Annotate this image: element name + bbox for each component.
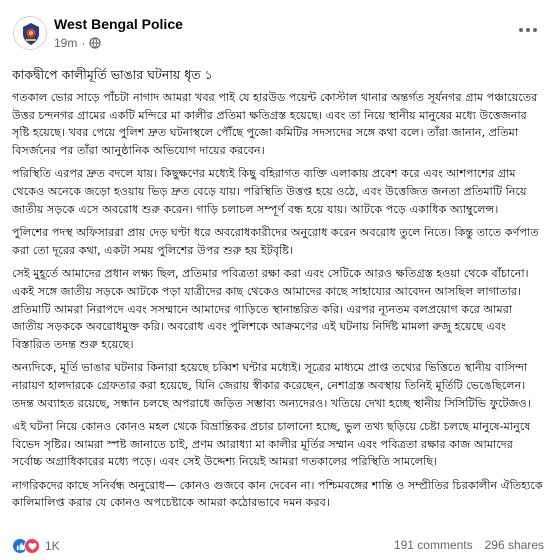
post-paragraph-6: এই ঘটনা নিয়ে কোনও কোনও মহল থেকে বিভ্রান… <box>12 420 531 469</box>
page-name[interactable]: West Bengal Police <box>54 16 183 32</box>
shares-count[interactable]: 296 shares <box>485 538 544 552</box>
post-paragraph-7: নাগরিকদের কাছে সনির্বন্ধ অনুরোধ— কোনও গু… <box>12 478 543 510</box>
page-avatar[interactable] <box>13 16 47 50</box>
police-badge-icon <box>15 18 46 49</box>
reactions-summary[interactable]: 1K <box>12 538 60 554</box>
globe-icon <box>89 37 101 49</box>
post-header: West Bengal Police 19m · <box>0 0 558 62</box>
post-paragraph-1: গতকাল ভোর সাড়ে পাঁচটা নাগাদ আমরা খবর পা… <box>12 91 538 157</box>
post-paragraph-4: সেই মুহূর্তে আমাদের প্রধান লক্ষ্য ছিল, প… <box>12 267 529 351</box>
meta-separator: · <box>81 36 86 50</box>
post-meta: 19m · <box>54 35 101 51</box>
post-paragraph-2: পরিস্থিতি এরপর দ্রুত বদলে যায়। কিছুক্ষণ… <box>12 167 527 216</box>
engagement-stats: 191 comments 296 shares <box>394 538 544 552</box>
post-paragraph-3: পুলিশের পদস্থ অফিসাররা প্রায় দেড় ঘণ্টা… <box>12 226 539 257</box>
reaction-count: 1K <box>45 539 60 553</box>
post-headline: কাকদ্বীপে কালীমূর্তি ভাঙার ঘটনায় ধৃত ১ <box>12 67 213 82</box>
post-content: কাকদ্বীপে কালীমূর্তি ভাঙার ঘটনায় ধৃত ১ … <box>12 66 544 518</box>
comments-count[interactable]: 191 comments <box>394 538 473 552</box>
more-options-icon[interactable] <box>514 20 542 40</box>
love-icon <box>24 538 40 554</box>
post-footer: 1K 191 comments 296 shares <box>0 534 558 560</box>
post-timestamp[interactable]: 19m <box>54 36 77 50</box>
post-paragraph-5: অন্যদিকে, মূর্তি ভাঙার ঘটনার কিনারা হয়ে… <box>12 361 531 410</box>
